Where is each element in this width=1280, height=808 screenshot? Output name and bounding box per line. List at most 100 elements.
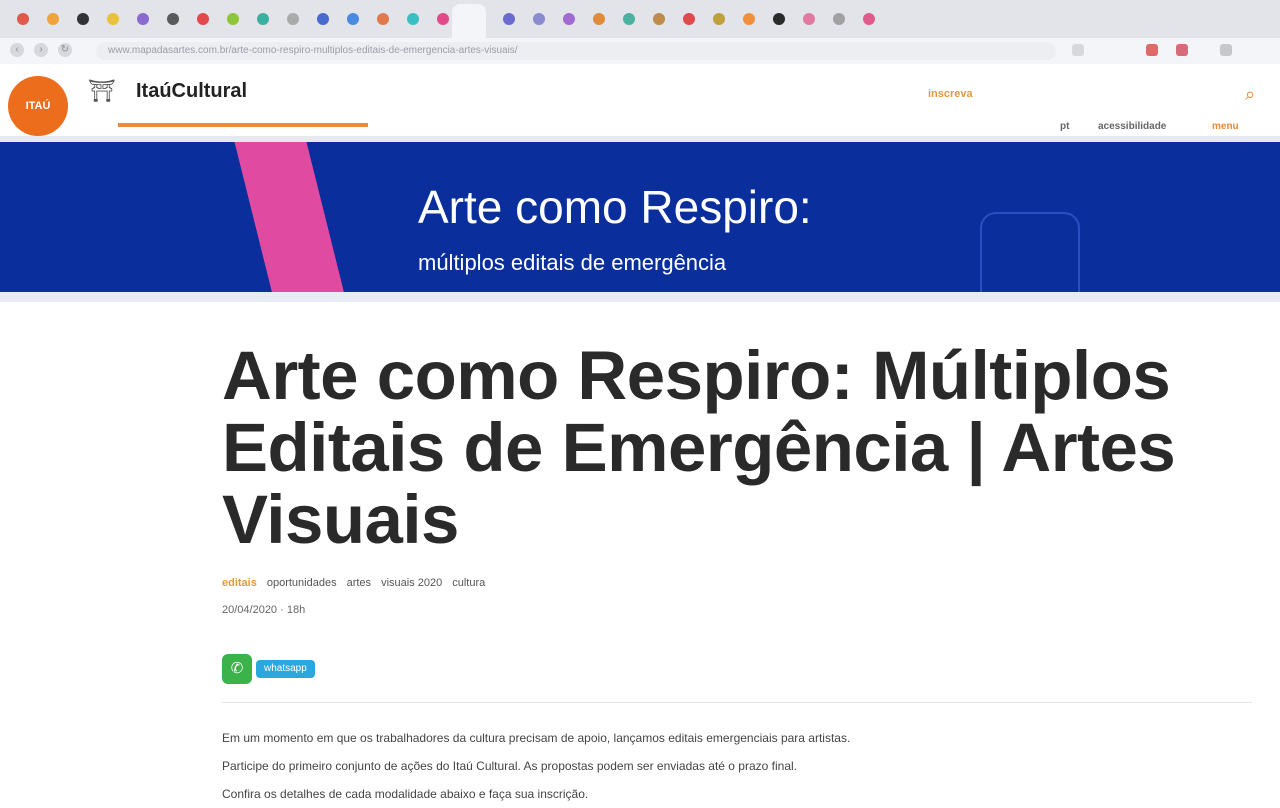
banner-stripe bbox=[232, 142, 349, 292]
reload-icon[interactable]: ↻ bbox=[58, 43, 72, 57]
share-bar: ✆ whatsapp bbox=[222, 654, 315, 684]
browser-tab[interactable] bbox=[588, 8, 610, 30]
browser-tab[interactable] bbox=[528, 8, 550, 30]
header-link[interactable]: inscreva bbox=[928, 88, 973, 100]
article-tag[interactable]: cultura bbox=[452, 574, 485, 592]
extension-icon[interactable] bbox=[1176, 44, 1188, 56]
whatsapp-icon[interactable]: ✆ bbox=[222, 654, 252, 684]
menu-link[interactable]: menu bbox=[1212, 121, 1239, 132]
favicon-icon bbox=[107, 13, 119, 25]
favicon-icon bbox=[533, 13, 545, 25]
favicon-icon bbox=[773, 13, 785, 25]
browser-tab[interactable] bbox=[558, 8, 580, 30]
banner-bottom-edge bbox=[0, 292, 1280, 302]
site-header: ITAÚ ⛩ ItaúCultural inscreva ⌕ pt acessi… bbox=[0, 64, 1280, 144]
favicon-icon bbox=[563, 13, 575, 25]
favicon-icon bbox=[347, 13, 359, 25]
body-line: Participe do primeiro conjunto de ações … bbox=[222, 759, 797, 773]
browser-tab[interactable] bbox=[312, 8, 334, 30]
favicon-icon bbox=[197, 13, 209, 25]
accessibility-link[interactable]: acessibilidade bbox=[1098, 121, 1166, 132]
hero-banner: Arte como Respiro: múltiplos editais de … bbox=[0, 142, 1280, 292]
article-title: Arte como Respiro: Múltiplos Editais de … bbox=[222, 337, 1176, 558]
browser-tab[interactable] bbox=[162, 8, 184, 30]
article-date: 20/04/2020 · 18h bbox=[222, 604, 306, 616]
browser-tab[interactable] bbox=[192, 8, 214, 30]
article-tag[interactable]: oportunidades bbox=[267, 574, 337, 592]
browser-tab[interactable] bbox=[828, 8, 850, 30]
favicon-icon bbox=[257, 13, 269, 25]
magnifier-icon[interactable]: ⌕ bbox=[1238, 82, 1262, 106]
favicon-icon bbox=[317, 13, 329, 25]
logo-mark-icon: ⛩ bbox=[88, 78, 116, 103]
favicon-icon bbox=[743, 13, 755, 25]
body-line: Em um momento em que os trabalhadores da… bbox=[222, 731, 851, 745]
article-category[interactable]: editais bbox=[222, 574, 257, 592]
browser-tab[interactable] bbox=[738, 8, 760, 30]
browser-address-bar: ‹ › ↻ www.mapadasartes.com.br/arte-como-… bbox=[0, 38, 1280, 64]
url-field[interactable]: www.mapadasartes.com.br/arte-como-respir… bbox=[96, 42, 1056, 60]
favicon-icon bbox=[287, 13, 299, 25]
header-accent-rule bbox=[118, 123, 368, 127]
article-body: Em um momento em que os trabalhadores da… bbox=[222, 724, 952, 808]
favicon-icon bbox=[437, 13, 449, 25]
article-tag[interactable]: visuais 2020 bbox=[381, 574, 442, 592]
browser-tab[interactable] bbox=[858, 8, 880, 30]
browser-tab[interactable] bbox=[678, 8, 700, 30]
body-line: Confira os detalhes de cada modalidade a… bbox=[222, 787, 589, 801]
browser-tab[interactable] bbox=[222, 8, 244, 30]
browser-tab[interactable] bbox=[798, 8, 820, 30]
favicon-icon bbox=[17, 13, 29, 25]
favicon-icon bbox=[803, 13, 815, 25]
favicon-icon bbox=[623, 13, 635, 25]
browser-tab[interactable] bbox=[12, 8, 34, 30]
favicon-icon bbox=[377, 13, 389, 25]
article-meta: editais oportunidades artes visuais 2020… bbox=[222, 574, 485, 592]
browser-tab[interactable] bbox=[432, 8, 454, 30]
favicon-icon bbox=[593, 13, 605, 25]
favicon-icon bbox=[503, 13, 515, 25]
banner-decoration bbox=[980, 212, 1080, 292]
site-logo[interactable]: ITAÚ bbox=[8, 76, 68, 136]
bookmark-icon[interactable] bbox=[1072, 44, 1084, 56]
browser-tab[interactable] bbox=[708, 8, 730, 30]
browser-tab[interactable] bbox=[618, 8, 640, 30]
browser-tab[interactable] bbox=[498, 8, 520, 30]
active-tab[interactable] bbox=[452, 4, 486, 38]
article-tag[interactable]: artes bbox=[347, 574, 371, 592]
browser-tab[interactable] bbox=[252, 8, 274, 30]
browser-tab[interactable] bbox=[648, 8, 670, 30]
browser-tab[interactable] bbox=[132, 8, 154, 30]
browser-tab[interactable] bbox=[402, 8, 424, 30]
browser-tab[interactable] bbox=[342, 8, 364, 30]
favicon-icon bbox=[77, 13, 89, 25]
browser-tab[interactable] bbox=[282, 8, 304, 30]
browser-tab[interactable] bbox=[768, 8, 790, 30]
logo-text: ITAÚ bbox=[25, 100, 51, 112]
share-button[interactable]: whatsapp bbox=[256, 660, 315, 678]
favicon-icon bbox=[167, 13, 179, 25]
forward-icon[interactable]: › bbox=[34, 43, 48, 57]
favicon-icon bbox=[653, 13, 665, 25]
favicon-icon bbox=[227, 13, 239, 25]
profile-icon[interactable] bbox=[1220, 44, 1232, 56]
favicon-icon bbox=[407, 13, 419, 25]
browser-tab[interactable] bbox=[42, 8, 64, 30]
browser-tab[interactable] bbox=[72, 8, 94, 30]
extension-icon[interactable] bbox=[1146, 44, 1158, 56]
favicon-icon bbox=[833, 13, 845, 25]
favicon-icon bbox=[683, 13, 695, 25]
content-divider bbox=[222, 702, 1252, 703]
favicon-icon bbox=[863, 13, 875, 25]
favicon-icon bbox=[713, 13, 725, 25]
banner-title: Arte como Respiro: bbox=[418, 181, 812, 233]
browser-tab-bar bbox=[0, 0, 1280, 38]
browser-tab[interactable] bbox=[102, 8, 124, 30]
back-icon[interactable]: ‹ bbox=[10, 43, 24, 57]
favicon-icon bbox=[137, 13, 149, 25]
banner-subtitle: múltiplos editais de emergência bbox=[418, 250, 727, 275]
browser-tab[interactable] bbox=[372, 8, 394, 30]
language-link[interactable]: pt bbox=[1060, 121, 1069, 132]
favicon-icon bbox=[47, 13, 59, 25]
site-title[interactable]: ItaúCultural bbox=[136, 80, 247, 103]
